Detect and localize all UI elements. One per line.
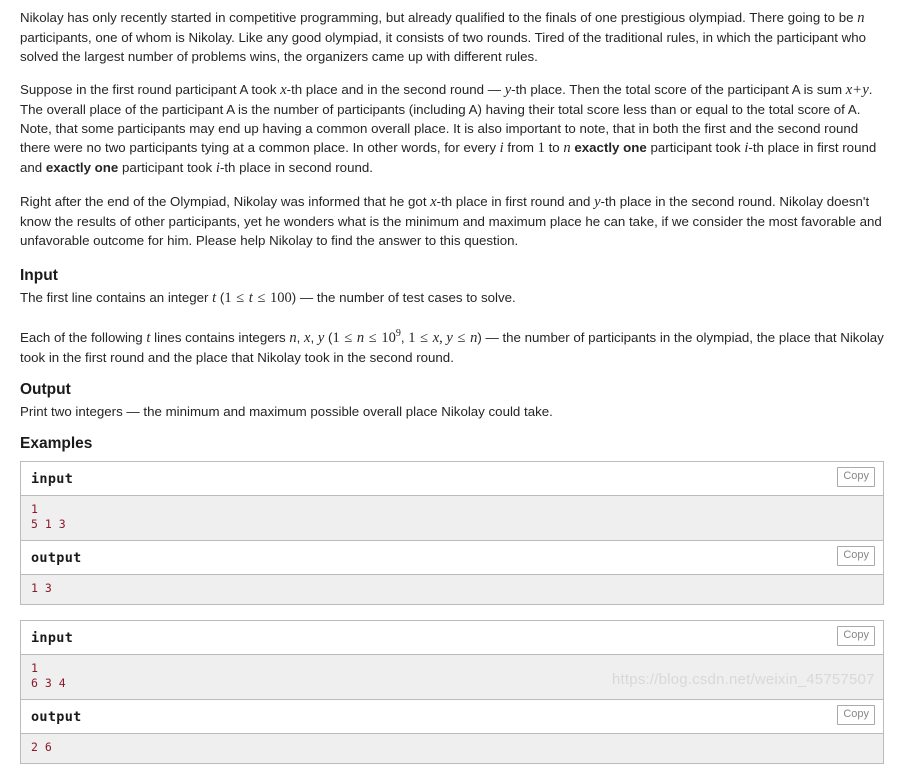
input-label: input [31, 470, 74, 487]
sample-test-1: input Copy 1 5 1 3 output Copy 1 3 [20, 460, 884, 605]
output-label: output [31, 708, 82, 725]
output-title-bar: output Copy [21, 540, 883, 575]
input-description-2: Each of the following t lines contains i… [20, 328, 884, 365]
math-n: n [289, 329, 297, 346]
examples-heading: Examples [20, 434, 93, 452]
copy-output-button[interactable]: Copy [837, 545, 875, 566]
math-constraint-n: 1 ≤ n ≤ 109 [332, 328, 401, 346]
emphasis-exactly-one: exactly one [574, 140, 647, 155]
math-y: y [504, 82, 512, 98]
math-i: i [215, 160, 220, 176]
math-x-plus-y: x+y [845, 82, 869, 98]
math-one: 1 [537, 140, 545, 156]
output-title-bar: output Copy [21, 699, 883, 734]
sample-input-content: 1 6 3 4 [21, 654, 883, 700]
sample-output-content: 1 3 [21, 574, 883, 604]
sample-test-2: input Copy 1 6 3 4 output Copy 2 6 [20, 619, 884, 764]
math-y: y [594, 194, 601, 210]
output-label: output [31, 549, 82, 566]
math-n: n [563, 140, 571, 156]
math-t: t [146, 329, 151, 346]
copy-input-button[interactable]: Copy [837, 466, 875, 487]
output-description: Print two integers — the minimum and max… [20, 403, 553, 419]
input-label: input [31, 629, 74, 646]
input-description-1: The first line contains an integer t (1 … [20, 290, 516, 306]
statement-paragraph-3: Right after the end of the Olympiad, Nik… [20, 194, 882, 248]
input-section: Input The first line contains an integer… [20, 266, 884, 367]
sample-input-content: 1 5 1 3 [21, 495, 883, 541]
output-section: Output Print two integers — the minimum … [20, 380, 884, 421]
copy-output-button[interactable]: Copy [837, 704, 875, 725]
sample-tests: input Copy 1 5 1 3 output Copy 1 3 input… [20, 460, 884, 764]
statement-paragraph-2: Suppose in the first round participant A… [20, 82, 877, 176]
statement-paragraph-1: Nikolay has only recently started in com… [20, 10, 867, 64]
math-x: x [430, 194, 437, 210]
math-i: i [499, 140, 504, 156]
copy-input-button[interactable]: Copy [837, 625, 875, 646]
math-x: x [280, 82, 287, 98]
math-y: y [317, 329, 325, 346]
sample-output-content: 2 6 [21, 733, 883, 763]
math-constraint-t: 1 ≤ t ≤ 100 [224, 290, 292, 306]
input-heading: Input [20, 267, 58, 284]
math-n: n [857, 10, 865, 26]
emphasis-exactly-one: exactly one [45, 160, 119, 175]
math-constraint-xy: 1 ≤ x, y ≤ n [408, 329, 478, 346]
input-title-bar: input Copy [21, 620, 883, 655]
problem-statement-page: Nikolay has only recently started in com… [0, 0, 897, 764]
math-x: x [304, 329, 311, 346]
input-title-bar: input Copy [21, 461, 883, 496]
output-heading: Output [20, 380, 71, 398]
math-i: i [744, 140, 749, 156]
math-t: t [212, 290, 217, 306]
